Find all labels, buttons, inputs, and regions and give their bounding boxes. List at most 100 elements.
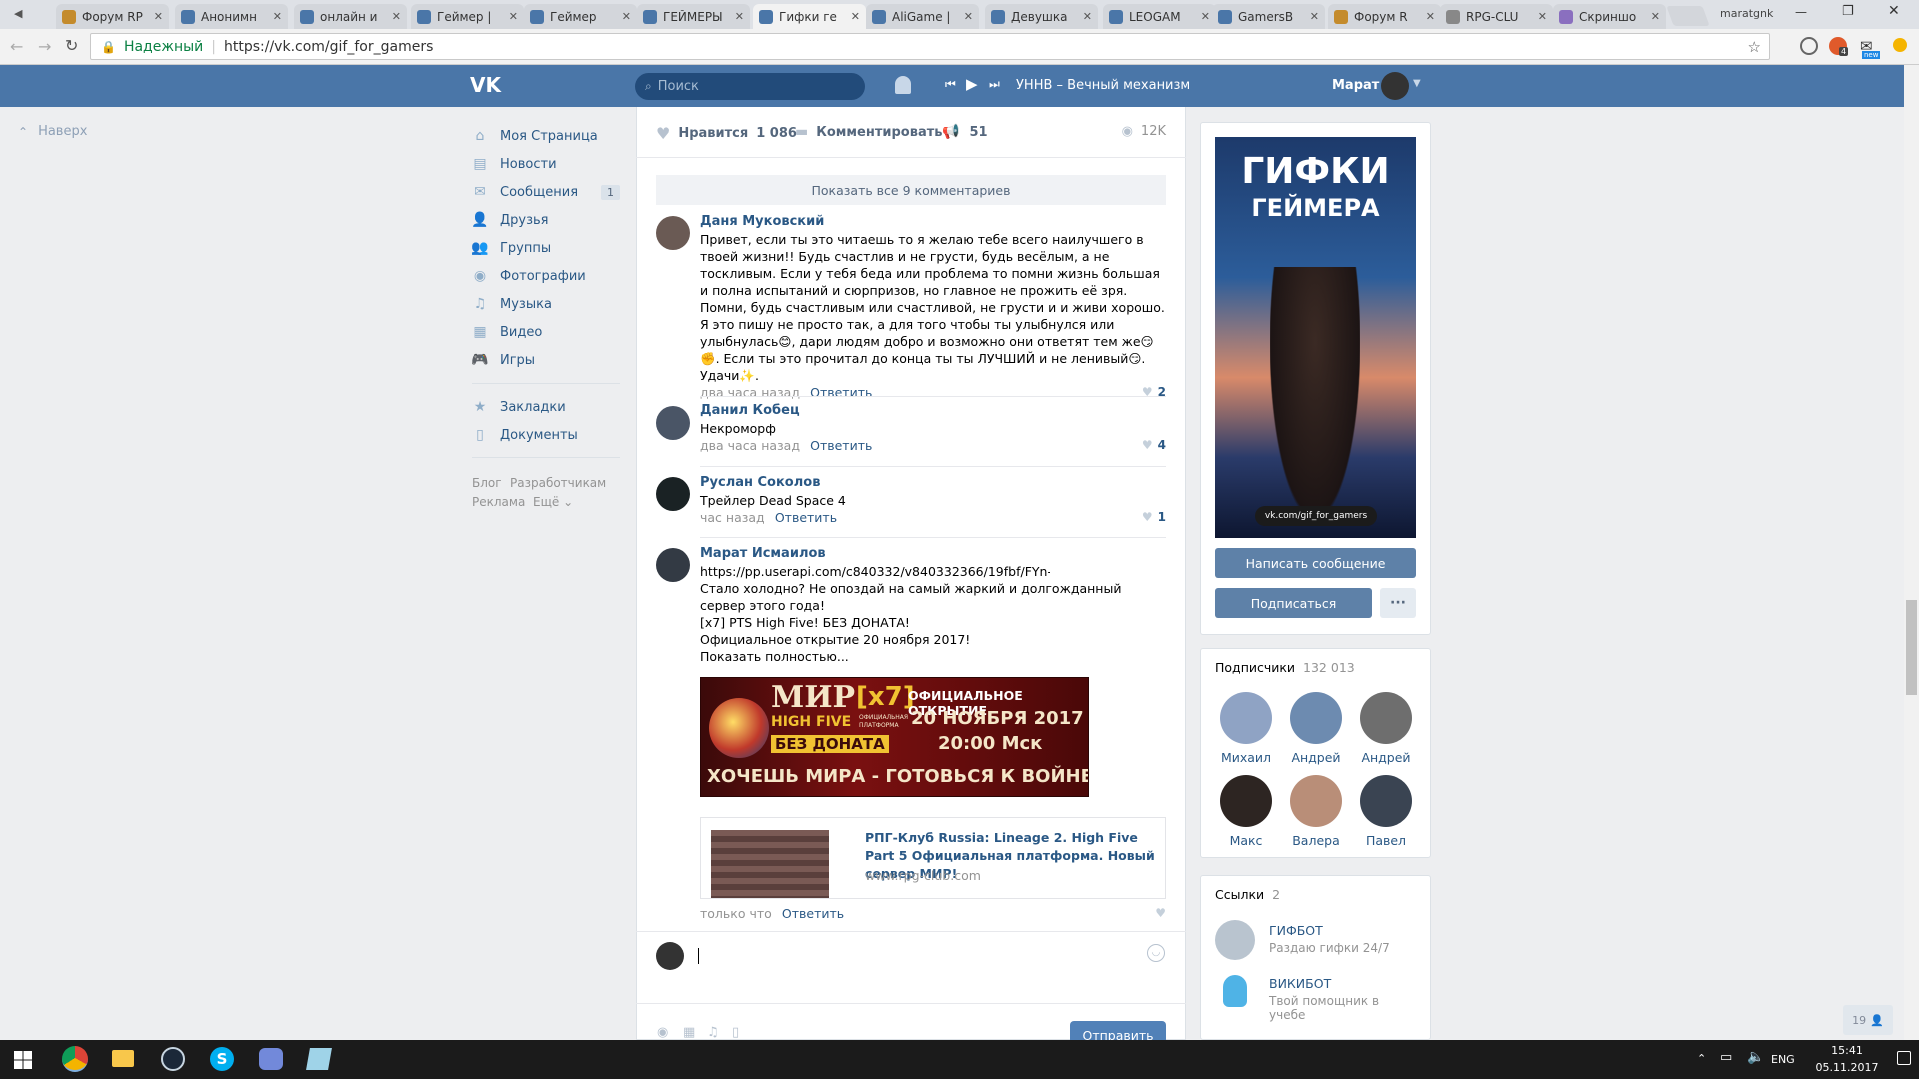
link-snippet[interactable]: РПГ-Клуб Russia: Lineage 2. High Five Pa… [700,817,1166,899]
message-button[interactable]: Написать сообщение [1215,548,1416,578]
browser-tab[interactable]: Геймер ✕ [524,4,637,29]
comment-button[interactable]: ▬ Комментировать [795,124,942,140]
discord-icon[interactable] [259,1048,283,1070]
like-button[interactable]: ♥ Нравится 1 086 [656,124,797,143]
chat-online-badge[interactable]: 19 👤 [1843,1005,1893,1035]
comment-input[interactable] [698,948,1148,964]
extension-icon-1[interactable] [1800,37,1818,55]
footer-blog[interactable]: Блог [472,476,502,490]
links-header[interactable]: Ссылки 2 [1215,887,1280,902]
tab-scroll-icon[interactable]: ◀ [14,7,28,21]
reply-link[interactable]: Ответить [810,385,872,400]
nav-music[interactable]: ♫ Музыка [472,292,552,316]
tab-close-icon[interactable]: ✕ [1538,10,1547,23]
subscriber[interactable]: Михаил [1216,692,1276,765]
subscriber[interactable]: Валера [1286,775,1346,848]
comment-time[interactable]: только что [700,906,772,921]
minimize-icon[interactable]: — [1795,5,1807,19]
notifications-icon[interactable] [1897,1051,1911,1065]
share-button[interactable]: 📢 51 [942,124,988,140]
clock-time[interactable]: 15:41 [1817,1044,1877,1057]
footer-dev[interactable]: Разработчикам [510,476,606,490]
avatar[interactable] [656,548,690,582]
reply-link[interactable]: Ответить [775,510,837,525]
group-cover-image[interactable]: ГИФКИ ГЕЙМЕРА vk.com/gif_for_gamers [1215,137,1416,538]
avatar[interactable] [656,216,690,250]
comment-author[interactable]: Данил Кобец [700,403,1166,418]
vk-logo[interactable]: VK [470,73,504,97]
tab-close-icon[interactable]: ✕ [1083,10,1092,23]
chevron-down-icon[interactable]: ▼ [1413,78,1421,89]
tab-close-icon[interactable]: ✕ [1310,10,1319,23]
play-icon[interactable]: ▶ [966,75,978,93]
nav-friends[interactable]: 👤 Друзья [471,208,548,232]
tab-close-icon[interactable]: ✕ [1651,10,1660,23]
browser-tab[interactable]: RPG-CLU ✕ [1440,4,1553,29]
clock-date[interactable]: 05.11.2017 [1807,1061,1887,1074]
browser-tab[interactable]: Девушка ✕ [985,4,1098,29]
prev-track-icon[interactable]: ⏮ [945,77,956,92]
browser-tab[interactable]: Форум RP ✕ [56,4,169,29]
browser-tab[interactable]: AliGame | ✕ [866,4,979,29]
page-scrollbar[interactable] [1904,65,1919,1040]
nav-video[interactable]: ▦ Видео [472,320,542,344]
now-playing[interactable]: УННВ – Вечный механизм [1016,78,1190,93]
search-input[interactable]: Поиск [658,79,699,94]
reload-icon[interactable]: ↻ [65,36,78,55]
browser-tab[interactable]: ГЕЙМЕРЫ ✕ [637,4,750,29]
tab-close-icon[interactable]: ✕ [1201,10,1210,23]
browser-tab[interactable]: GamersB ✕ [1212,4,1325,29]
subscriber[interactable]: Андрей [1286,692,1346,765]
subscriber[interactable]: Макс [1216,775,1276,848]
nav-messages[interactable]: ✉ Сообщения 1 [472,180,620,204]
browser-tab[interactable]: Геймер | ✕ [411,4,524,29]
new-tab-button[interactable] [1666,6,1710,26]
skype-icon[interactable]: S [210,1047,234,1071]
scrollbar-thumb[interactable] [1906,600,1917,695]
user-avatar[interactable] [1381,72,1409,100]
show-more-link[interactable]: Показать полностью... [700,648,1166,665]
app-icon[interactable] [306,1048,332,1070]
notifications-bell-icon[interactable] [895,76,911,94]
forward-icon[interactable]: → [38,37,51,56]
nav-news[interactable]: ▤ Новости [472,152,556,176]
comment-author[interactable]: Марат Исмаилов [700,546,1166,561]
comment-like[interactable]: ♥ 1 [1142,510,1166,524]
nav-documents[interactable]: ▯ Документы [472,423,578,447]
close-window-icon[interactable]: ✕ [1888,3,1900,19]
nav-photos[interactable]: ◉ Фотографии [472,264,586,288]
chrome-icon[interactable] [62,1046,88,1072]
url-text[interactable]: https://vk.com/gif_for_gamers [224,39,433,55]
link-name[interactable]: ВИКИБОТ [1269,976,1331,991]
back-icon[interactable]: ← [10,37,23,56]
subscriber[interactable]: Андрей [1356,692,1416,765]
tray-chevron-icon[interactable]: ⌃ [1697,1052,1706,1065]
file-explorer-icon[interactable] [112,1050,134,1067]
address-bar[interactable]: 🔒 Надежный | https://vk.com/gif_for_game… [90,33,1770,60]
browser-tab[interactable]: Гифки ге ✕ [753,4,866,29]
back-to-top[interactable]: ⌃ Наверх [18,124,87,139]
show-all-comments[interactable]: Показать все 9 комментариев [656,175,1166,205]
more-actions-button[interactable]: ··· [1380,588,1416,618]
tab-close-icon[interactable]: ✕ [964,10,973,23]
snippet-domain[interactable]: www.rpg-club.com [865,868,981,883]
comment-time[interactable]: час назад [700,510,765,525]
tab-close-icon[interactable]: ✕ [1426,10,1435,23]
promo-banner-image[interactable]: МИР [x7] ОФИЦИАЛЬНОЕ ОТКРЫТИЕ HIGH FIVE … [700,677,1089,797]
volume-icon[interactable]: 🔈 [1747,1049,1764,1065]
tab-close-icon[interactable]: ✕ [851,10,860,23]
browser-tab[interactable]: Анонимн ✕ [175,4,288,29]
comment-time[interactable]: два часа назад [700,438,800,453]
reply-link[interactable]: Ответить [782,906,844,921]
tab-close-icon[interactable]: ✕ [273,10,282,23]
browser-tab[interactable]: онлайн и ✕ [294,4,407,29]
tab-close-icon[interactable]: ✕ [392,10,401,23]
browser-tab[interactable]: Скриншо ✕ [1553,4,1666,29]
link-item[interactable]: ГИФБОТ Раздаю гифки 24/7 [1215,920,1415,960]
reply-link[interactable]: Ответить [810,438,872,453]
next-track-icon[interactable]: ⏭ [989,77,1000,92]
nav-groups[interactable]: 👥 Группы [471,236,551,260]
comment-time[interactable]: два часа назад [700,385,800,400]
network-icon[interactable]: ▭ [1720,1050,1732,1065]
nav-my-page[interactable]: ⌂ Моя Страница [472,124,598,148]
